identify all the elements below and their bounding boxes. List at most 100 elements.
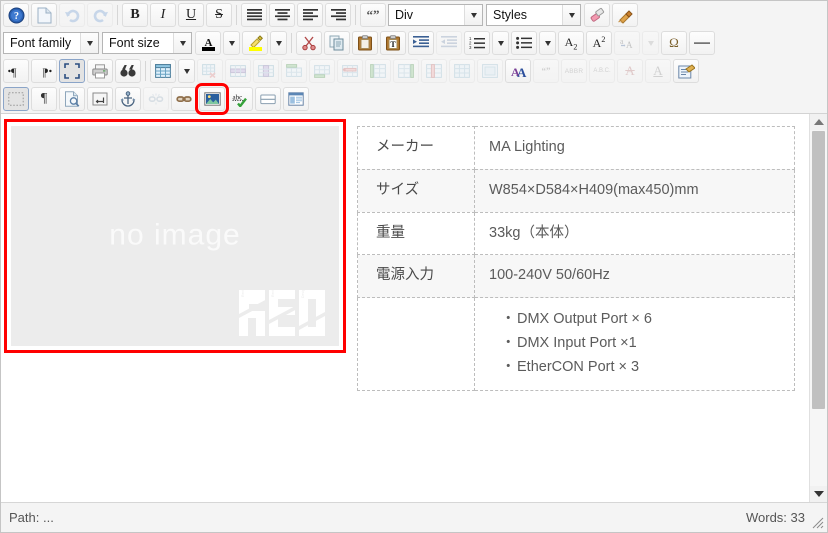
acronym-icon[interactable]: A.B.C. [589, 59, 615, 83]
paste-as-text-icon[interactable]: T [380, 31, 406, 55]
editor-canvas[interactable]: no image Rent Rental Design メーカー MA Ligh… [1, 114, 809, 502]
underline-icon[interactable]: U [178, 3, 204, 27]
delete-row-icon[interactable] [337, 59, 363, 83]
insert-horizontal-rule-icon[interactable] [255, 87, 281, 111]
split-cells-icon[interactable] [449, 59, 475, 83]
text-color-icon[interactable]: A [195, 31, 221, 55]
rtl-direction-icon[interactable]: ¶ [31, 59, 57, 83]
ltr-direction-icon[interactable]: ¶ [3, 59, 29, 83]
insert-anchor-icon[interactable] [115, 87, 141, 111]
styles-select[interactable]: Styles [486, 4, 581, 26]
search-replace-icon[interactable] [115, 59, 141, 83]
table-row[interactable]: サイズ W854×D584×H409(max450)mm [357, 168, 795, 213]
scroll-down-arrow-icon[interactable] [810, 486, 827, 502]
blockquote-icon[interactable]: “” [360, 3, 386, 27]
resize-handle[interactable] [812, 517, 824, 529]
template-icon[interactable] [283, 87, 309, 111]
merge-cells-icon[interactable] [477, 59, 503, 83]
indent-decrease-icon[interactable] [436, 31, 462, 55]
help-icon[interactable]: ? [3, 3, 29, 27]
no-image-placeholder[interactable]: no image Rent Rental Design [7, 122, 343, 350]
insert-column-after-icon[interactable] [393, 59, 419, 83]
preview-icon[interactable] [59, 87, 85, 111]
cleanup-icon[interactable] [612, 3, 638, 27]
font-family-select[interactable]: Font family [3, 32, 99, 54]
scrollbar-thumb[interactable] [812, 131, 825, 409]
spec-table[interactable]: メーカー MA Lighting サイズ W854×D584×H409(max4… [357, 126, 795, 391]
table-cell-properties-icon[interactable] [253, 59, 279, 83]
toolbar-separator [291, 33, 292, 53]
numbered-list-dropdown-icon[interactable] [492, 31, 509, 55]
undo-icon[interactable] [59, 3, 85, 27]
bold-icon[interactable]: B [122, 3, 148, 27]
bullet-list-icon[interactable] [511, 31, 537, 55]
align-justify-icon[interactable] [241, 3, 267, 27]
special-character-icon[interactable]: Ω [661, 31, 687, 55]
tinymce-editor-window: ? B I U S “” Div Styles Font family Font… [0, 0, 828, 533]
copy-icon[interactable] [324, 31, 350, 55]
block-format-select[interactable]: Div [388, 4, 483, 26]
chevron-down-icon[interactable] [464, 5, 482, 25]
strikethrough-icon[interactable]: S [206, 3, 232, 27]
insert-quote-icon[interactable]: “” [533, 59, 559, 83]
align-center-icon[interactable] [269, 3, 295, 27]
remove-format-icon[interactable] [584, 3, 610, 27]
replace-font-icon[interactable]: AA [505, 59, 531, 83]
insert-link-icon[interactable] [171, 87, 197, 111]
indent-increase-icon[interactable] [408, 31, 434, 55]
new-document-icon[interactable] [31, 3, 57, 27]
numbered-list-icon[interactable]: 123 [464, 31, 490, 55]
superscript-icon[interactable]: A2 [586, 31, 612, 55]
insert-table-icon[interactable] [150, 59, 176, 83]
attributes-icon[interactable] [673, 59, 699, 83]
insert-table-dropdown-icon[interactable] [178, 59, 195, 83]
table-row-properties-icon[interactable] [225, 59, 251, 83]
delete-tag-icon[interactable]: A [617, 59, 643, 83]
spec-value: 33kg（本体） [474, 211, 795, 256]
scroll-up-arrow-icon[interactable] [810, 114, 827, 130]
insert-column-before-icon[interactable] [365, 59, 391, 83]
delete-column-icon[interactable] [421, 59, 447, 83]
element-path[interactable]: Path: ... [9, 510, 746, 525]
chevron-down-icon[interactable] [173, 33, 191, 53]
table-row[interactable]: メーカー MA Lighting [357, 126, 795, 170]
selected-image-block[interactable]: no image Rent Rental Design [4, 119, 346, 353]
chevron-down-icon[interactable] [80, 33, 98, 53]
horizontal-rule-icon[interactable] [689, 31, 715, 55]
redo-icon[interactable] [87, 3, 113, 27]
italic-icon[interactable]: I [150, 3, 176, 27]
bullet-list-dropdown-icon[interactable] [539, 31, 556, 55]
fullscreen-icon[interactable] [59, 59, 85, 83]
text-color-dropdown-icon[interactable] [223, 31, 240, 55]
insert-tag-icon[interactable]: A [645, 59, 671, 83]
align-left-icon[interactable] [297, 3, 323, 27]
cut-icon[interactable] [296, 31, 322, 55]
insert-row-after-icon[interactable] [309, 59, 335, 83]
show-blocks-icon[interactable] [3, 87, 29, 111]
editor-content-area[interactable]: no image Rent Rental Design メーカー MA Ligh… [1, 114, 827, 502]
insert-row-before-icon[interactable] [281, 59, 307, 83]
font-size-select[interactable]: Font size [102, 32, 192, 54]
highlight-color-dropdown-icon[interactable] [270, 31, 287, 55]
print-icon[interactable] [87, 59, 113, 83]
subscript-icon[interactable]: A2 [558, 31, 584, 55]
editor-vertical-scrollbar[interactable] [809, 114, 827, 502]
highlight-color-icon[interactable] [242, 31, 268, 55]
insert-page-break-icon[interactable] [87, 87, 113, 111]
spellcheck-dropdown-icon[interactable] [642, 31, 659, 55]
paste-icon[interactable] [352, 31, 378, 55]
table-row[interactable]: 電源入力 100-240V 50/60Hz [357, 254, 795, 298]
delete-table-icon[interactable] [197, 59, 223, 83]
abbreviation-icon[interactable]: ABBR [561, 59, 587, 83]
spellchecker-icon[interactable]: abc [227, 87, 253, 111]
insert-image-icon[interactable] [195, 83, 229, 115]
invisible-characters-icon[interactable]: ¶ [31, 87, 57, 111]
table-row[interactable]: 重量 33kg（本体） [357, 211, 795, 256]
svg-text:?: ? [14, 11, 19, 22]
align-right-icon[interactable] [325, 3, 351, 27]
spellcheck-lang-icon[interactable]: aA [614, 31, 640, 55]
unlink-icon[interactable] [143, 87, 169, 111]
svg-text:3: 3 [469, 45, 472, 50]
table-row[interactable]: DMX Output Port × 6 DMX Input Port ×1 Et… [357, 297, 795, 391]
chevron-down-icon[interactable] [562, 5, 580, 25]
